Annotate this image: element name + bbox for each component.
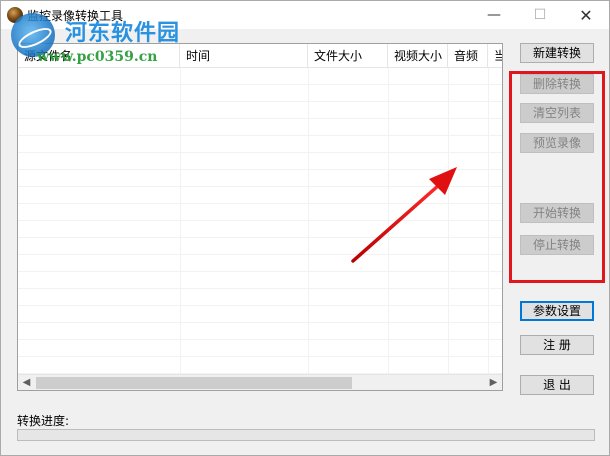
table-row[interactable]: [18, 306, 502, 323]
stop-convert-button[interactable]: 停止转换: [520, 235, 594, 255]
app-icon: [7, 7, 23, 23]
title-bar[interactable]: 监控录像转换工具 — ☐ ✕: [1, 1, 609, 29]
table-row[interactable]: [18, 85, 502, 102]
table-row[interactable]: [18, 272, 502, 289]
progress-label: 转换进度:: [17, 414, 70, 428]
column-header-source-file[interactable]: 源文件名: [18, 44, 180, 67]
table-row[interactable]: [18, 119, 502, 136]
preview-video-button[interactable]: 预览录像: [520, 133, 594, 153]
table-row[interactable]: [18, 221, 502, 238]
column-header-file-size[interactable]: 文件大小: [308, 44, 388, 67]
table-row[interactable]: [18, 136, 502, 153]
table-row[interactable]: [18, 238, 502, 255]
clear-list-button[interactable]: 清空列表: [520, 103, 594, 123]
exit-button[interactable]: 退 出: [520, 375, 594, 395]
settings-button[interactable]: 参数设置: [520, 301, 594, 321]
conversion-progress-bar: [17, 429, 595, 441]
column-header-audio[interactable]: 音频: [448, 44, 488, 67]
new-convert-button[interactable]: 新建转换: [520, 43, 594, 63]
table-row[interactable]: [18, 153, 502, 170]
minimize-button[interactable]: —: [471, 1, 517, 29]
table-row[interactable]: [18, 323, 502, 340]
scrollbar-thumb[interactable]: [36, 377, 352, 389]
table-row[interactable]: [18, 340, 502, 357]
main-window: 监控录像转换工具 — ☐ ✕ 源文件名 时间 文件大小 视频大小 音频 当 ◀ …: [0, 0, 610, 456]
column-header-current[interactable]: 当: [488, 44, 502, 67]
table-body[interactable]: [18, 68, 502, 374]
start-convert-button[interactable]: 开始转换: [520, 203, 594, 223]
scroll-left-icon[interactable]: ◀: [18, 375, 35, 391]
column-header-time[interactable]: 时间: [180, 44, 308, 67]
table-row[interactable]: [18, 289, 502, 306]
maximize-button[interactable]: ☐: [517, 1, 563, 29]
table-row[interactable]: [18, 170, 502, 187]
scroll-right-icon[interactable]: ▶: [485, 375, 502, 391]
horizontal-scrollbar[interactable]: ◀ ▶: [18, 374, 502, 390]
table-row[interactable]: [18, 68, 502, 85]
column-header-video-size[interactable]: 视频大小: [388, 44, 448, 67]
table-row[interactable]: [18, 102, 502, 119]
file-list-table[interactable]: 源文件名 时间 文件大小 视频大小 音频 当 ◀ ▶: [17, 43, 503, 391]
table-row[interactable]: [18, 357, 502, 374]
table-row[interactable]: [18, 255, 502, 272]
close-button[interactable]: ✕: [563, 1, 609, 29]
register-button[interactable]: 注 册: [520, 335, 594, 355]
table-row[interactable]: [18, 204, 502, 221]
table-header: 源文件名 时间 文件大小 视频大小 音频 当: [18, 44, 502, 68]
table-row[interactable]: [18, 187, 502, 204]
delete-convert-button[interactable]: 删除转换: [520, 74, 594, 94]
window-title: 监控录像转换工具: [27, 9, 124, 23]
